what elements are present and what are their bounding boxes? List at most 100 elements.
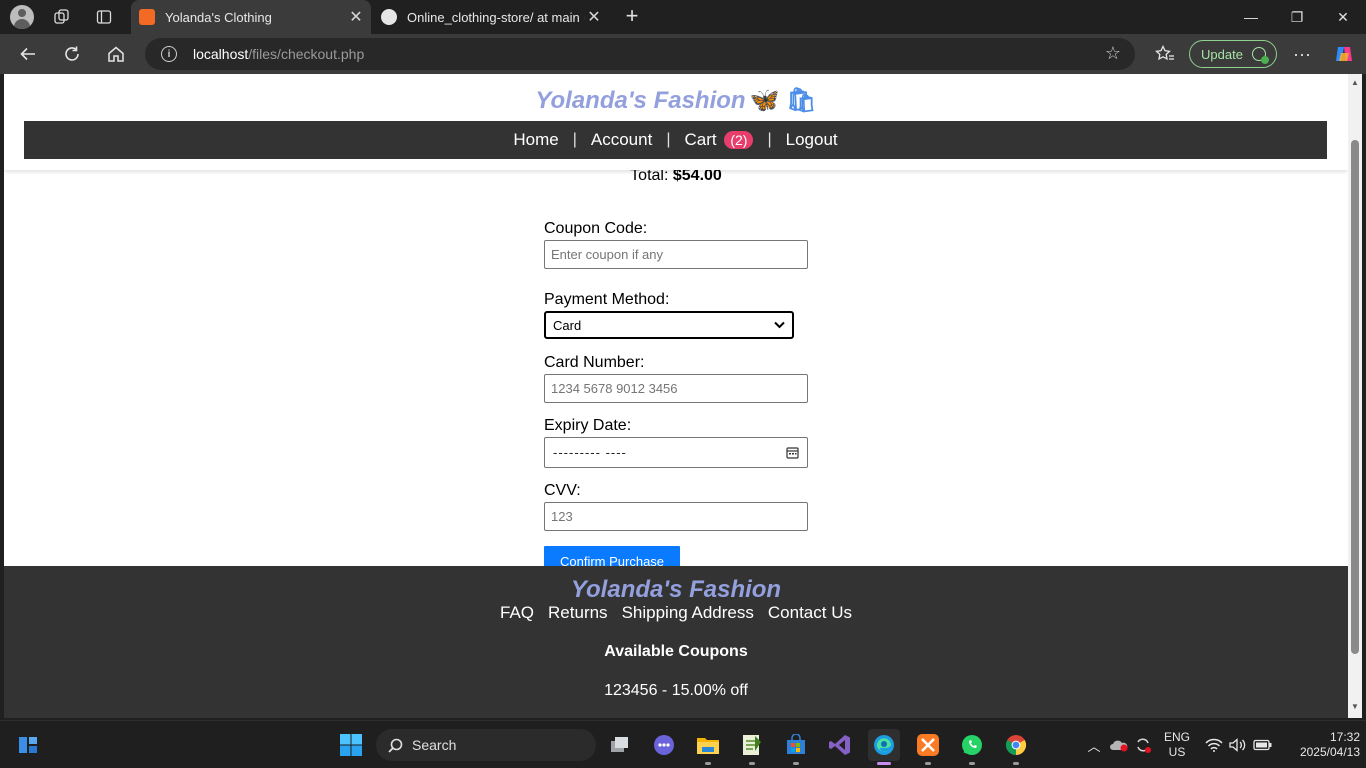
wifi-icon[interactable] bbox=[1204, 721, 1224, 768]
tab-title: Online_clothing-store/ at main · Y bbox=[407, 9, 585, 25]
cvv-input[interactable] bbox=[544, 502, 808, 531]
nav-cart-label: Cart bbox=[684, 130, 717, 149]
tab-github[interactable]: Online_clothing-store/ at main · Y ✕ bbox=[373, 0, 609, 34]
more-options-icon[interactable]: ··· bbox=[1288, 40, 1316, 68]
edge-browser-icon[interactable] bbox=[868, 729, 900, 765]
workspaces-icon[interactable] bbox=[50, 5, 74, 29]
nav-separator: | bbox=[666, 131, 671, 148]
start-icon[interactable] bbox=[335, 729, 367, 761]
main-nav: Home | Account | Cart (2) | Logout bbox=[24, 121, 1327, 159]
payment-method-value: Card bbox=[553, 317, 582, 333]
scroll-down-icon[interactable]: ▼ bbox=[1350, 702, 1360, 712]
cvv-label: CVV: bbox=[544, 482, 581, 499]
running-indicator bbox=[877, 762, 891, 765]
scroll-up-icon[interactable]: ▲ bbox=[1350, 78, 1360, 88]
site-header: Yolanda's Fashion 🦋 🛍 Home | Account | Ca… bbox=[4, 74, 1348, 170]
running-indicator bbox=[749, 762, 755, 765]
card-number-input[interactable] bbox=[544, 374, 808, 403]
payment-method-select[interactable]: Card bbox=[544, 311, 794, 339]
running-indicator bbox=[969, 762, 975, 765]
tab-actions-icon[interactable] bbox=[92, 5, 116, 29]
region-label: US bbox=[1168, 745, 1186, 759]
expiry-date-label: Expiry Date: bbox=[544, 417, 632, 434]
page-scrollbar[interactable]: ▲ ▼ bbox=[1348, 74, 1362, 718]
browser-toolbar: i localhost/files/checkout.php ☆ Update … bbox=[0, 34, 1366, 74]
site-info-icon[interactable]: i bbox=[161, 46, 177, 62]
calendar-icon[interactable] bbox=[786, 446, 799, 459]
running-indicator bbox=[1013, 762, 1019, 765]
running-indicator bbox=[793, 762, 799, 765]
expiry-date-input[interactable]: --------- ---- bbox=[544, 437, 808, 468]
nav-separator: | bbox=[572, 131, 577, 148]
refresh-icon[interactable] bbox=[58, 40, 86, 68]
copilot-icon[interactable] bbox=[1330, 40, 1358, 68]
restore-icon[interactable]: ❐ bbox=[1274, 0, 1320, 34]
coupon-input[interactable] bbox=[544, 240, 808, 269]
cart-count-badge: (2) bbox=[724, 131, 754, 149]
profile-avatar-icon[interactable] bbox=[10, 5, 34, 29]
sync-status-icon[interactable] bbox=[1132, 721, 1154, 768]
close-tab-icon[interactable]: ✕ bbox=[347, 7, 365, 27]
chat-app-icon[interactable] bbox=[648, 729, 680, 761]
taskbar-search[interactable]: Search bbox=[376, 729, 596, 761]
footer-brand: Yolanda's Fashion bbox=[570, 576, 782, 603]
visual-studio-icon[interactable] bbox=[824, 729, 856, 761]
xampp-icon[interactable] bbox=[912, 729, 944, 765]
browser-essentials-icon bbox=[1252, 47, 1269, 64]
chevron-down-icon bbox=[774, 321, 785, 329]
nav-home[interactable]: Home bbox=[499, 130, 572, 150]
card-number-label: Card Number: bbox=[544, 354, 645, 371]
update-button[interactable]: Update bbox=[1189, 40, 1277, 68]
back-icon[interactable] bbox=[14, 40, 42, 68]
chrome-icon[interactable] bbox=[1000, 729, 1032, 765]
footer-link-contact-us[interactable]: Contact Us bbox=[768, 603, 852, 623]
show-hidden-icons-icon[interactable]: ︿ bbox=[1084, 721, 1104, 768]
nav-separator: | bbox=[767, 131, 772, 148]
task-view-icon[interactable] bbox=[604, 729, 636, 761]
brand-name: Yolanda's Fashion bbox=[535, 87, 746, 114]
nav-logout[interactable]: Logout bbox=[772, 130, 852, 150]
volume-icon[interactable] bbox=[1228, 721, 1248, 768]
new-tab-icon[interactable]: + bbox=[619, 3, 645, 29]
footer-link-returns[interactable]: Returns bbox=[548, 603, 608, 623]
minimize-icon[interactable]: — bbox=[1228, 0, 1274, 34]
favorite-star-icon[interactable]: ☆ bbox=[1105, 43, 1121, 64]
file-explorer-icon[interactable] bbox=[692, 729, 724, 765]
update-label: Update bbox=[1201, 46, 1243, 62]
nav-account[interactable]: Account bbox=[577, 130, 666, 150]
expiry-date-value: --------- ---- bbox=[553, 445, 627, 460]
clock-time: 17:32 bbox=[1329, 730, 1360, 744]
tab-title: Yolanda's Clothing bbox=[165, 9, 272, 25]
checkout-form: Coupon Code: Payment Method: Card Card N… bbox=[544, 220, 824, 577]
input-language[interactable]: ENG US bbox=[1160, 721, 1194, 768]
xampp-favicon-icon bbox=[139, 9, 155, 25]
coupon-label: Coupon Code: bbox=[544, 220, 648, 237]
scrollbar-thumb[interactable] bbox=[1351, 140, 1359, 654]
footer-link-shipping-address[interactable]: Shipping Address bbox=[622, 603, 754, 623]
nav-cart[interactable]: Cart (2) bbox=[670, 130, 767, 150]
battery-icon[interactable] bbox=[1252, 721, 1274, 768]
clock-date: 2025/04/13 bbox=[1299, 745, 1360, 759]
home-icon[interactable] bbox=[102, 40, 130, 68]
address-bar[interactable]: i localhost/files/checkout.php ☆ bbox=[145, 38, 1135, 70]
site-footer: Yolanda's Fashion FAQ Returns Shipping A… bbox=[4, 566, 1348, 718]
tab-yolandas-clothing[interactable]: Yolanda's Clothing ✕ bbox=[131, 0, 371, 34]
site-logo[interactable]: Yolanda's Fashion 🦋 🛍 bbox=[4, 86, 1348, 115]
close-window-icon[interactable]: ✕ bbox=[1320, 0, 1366, 34]
payment-method-label: Payment Method: bbox=[544, 291, 670, 308]
notepad-app-icon[interactable] bbox=[736, 729, 768, 765]
running-indicator bbox=[925, 762, 931, 765]
microsoft-store-icon[interactable] bbox=[780, 729, 812, 765]
whatsapp-icon[interactable] bbox=[956, 729, 988, 765]
running-indicator bbox=[705, 762, 711, 765]
widgets-icon[interactable] bbox=[12, 729, 44, 761]
close-tab-icon[interactable]: ✕ bbox=[585, 7, 603, 27]
butterfly-bag-icon: 🦋 🛍 bbox=[749, 87, 817, 114]
onedrive-status-icon[interactable] bbox=[1108, 721, 1130, 768]
search-icon bbox=[388, 738, 403, 753]
windows-taskbar: Search ︿ ENG US 17:32 2025/04/13 bbox=[0, 720, 1366, 768]
url-text: localhost/files/checkout.php bbox=[193, 46, 365, 62]
system-clock[interactable]: 17:32 2025/04/13 bbox=[1278, 721, 1360, 768]
favorites-icon[interactable] bbox=[1151, 40, 1179, 68]
footer-link-faq[interactable]: FAQ bbox=[500, 603, 534, 623]
